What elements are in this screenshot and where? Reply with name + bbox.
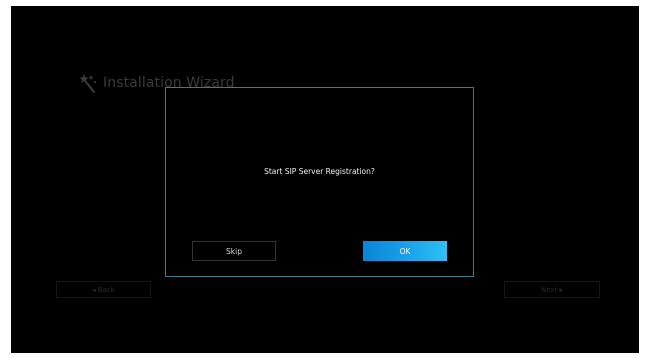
back-button[interactable]: ◂ Back: [56, 281, 151, 298]
dialog-message: Start SIP Server Registration?: [264, 167, 375, 176]
ok-button[interactable]: OK: [363, 241, 447, 261]
skip-button[interactable]: Skip: [192, 241, 276, 261]
next-button[interactable]: Next ▸: [504, 281, 600, 298]
magic-wand-icon: [77, 72, 99, 94]
wizard-screen: Installation Wizard ◂ Back Next ▸ Start …: [11, 6, 639, 353]
registration-dialog: Start SIP Server Registration? Skip OK: [165, 87, 474, 277]
